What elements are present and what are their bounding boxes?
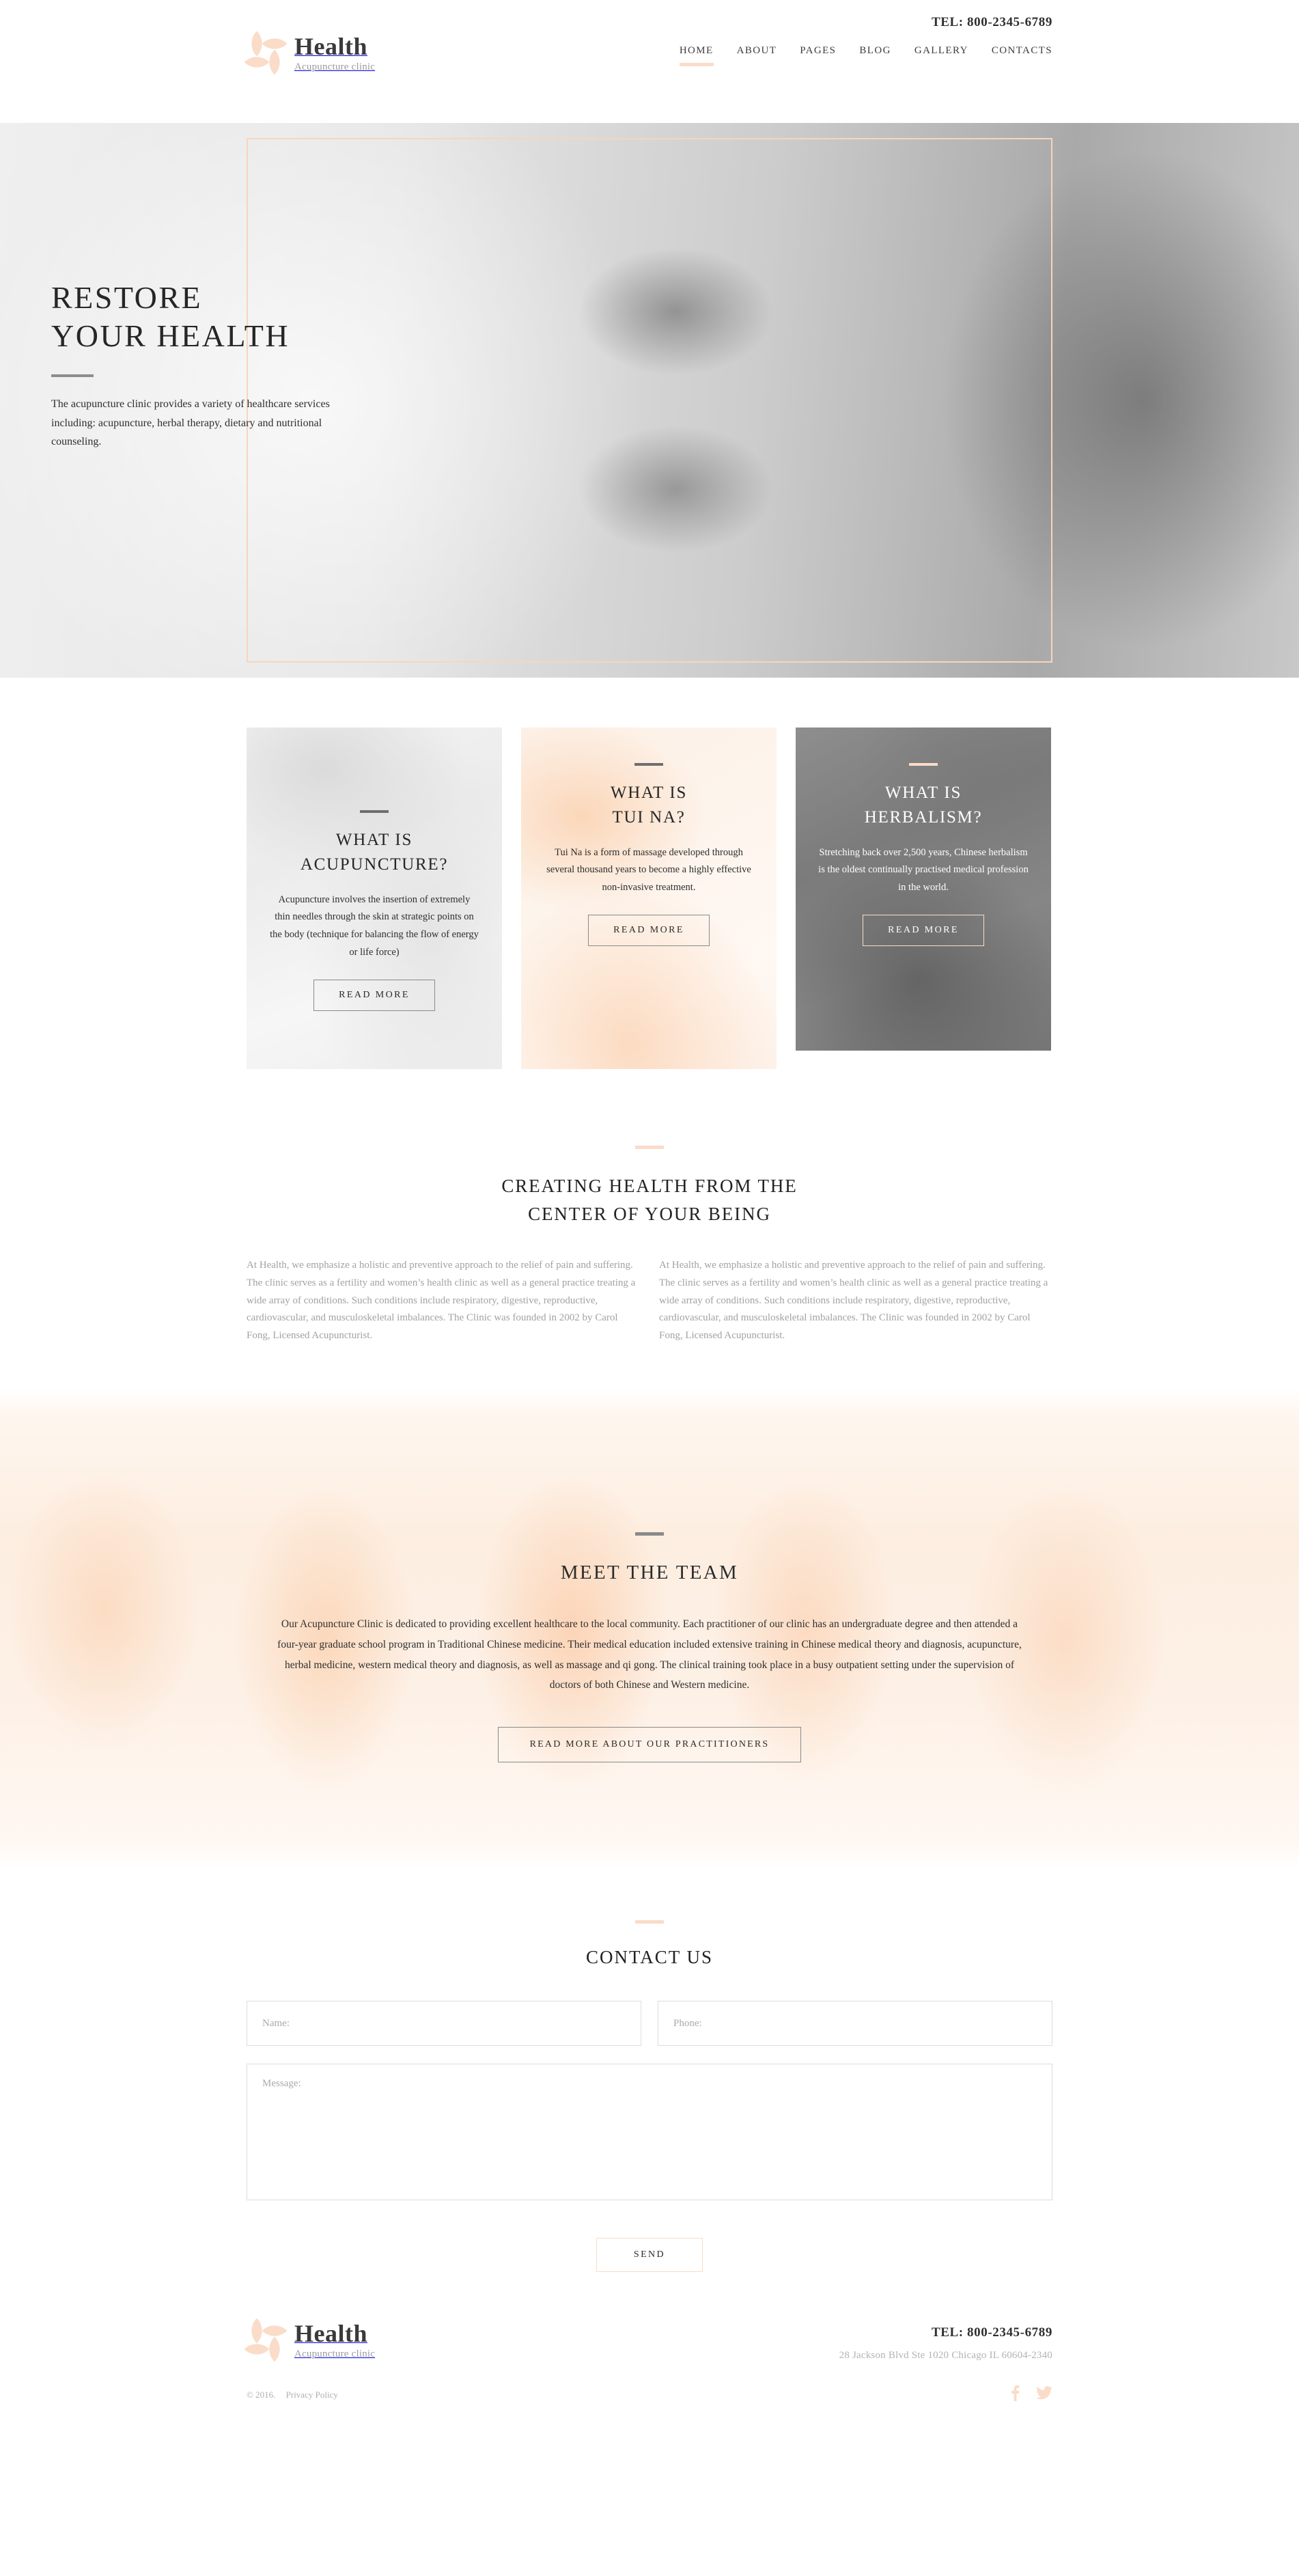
header-right: TEL: 800-2345-6789 HOME ABOUT PAGES BLOG… (679, 0, 1052, 66)
page-root: Health Acupuncture clinic TEL: 800-2345-… (0, 0, 1299, 2445)
card-divider (360, 810, 389, 813)
card-text: Acupuncture involves the insertion of ex… (270, 894, 479, 958)
hero-title: RESTORE YOUR HEALTH (51, 279, 372, 355)
card-divider (634, 763, 663, 766)
facebook-icon[interactable] (1011, 2385, 1020, 2405)
flower-petal-logo-icon (244, 31, 288, 75)
copyright-text: © 2016. (247, 2389, 276, 2400)
services-section: WHAT IS ACUPUNCTURE? Acupuncture involve… (0, 678, 1299, 1146)
about-title: CREATING HEALTH FROM THE CENTER OF YOUR … (0, 1172, 1299, 1228)
nav-item-about[interactable]: ABOUT (737, 45, 777, 66)
card-title-line1: WHAT IS (884, 784, 962, 802)
hero-description: The acupuncture clinic provides a variet… (51, 398, 330, 448)
flower-petal-logo-icon (244, 2318, 288, 2362)
footer-address: 28 Jackson Blvd Ste 1020 Chicago IL 6060… (839, 2350, 1052, 2362)
card-divider (909, 763, 938, 766)
copyright: © 2016. Privacy Policy (247, 2390, 338, 2400)
site-footer: Health Acupuncture clinic TEL: 800-2345-… (0, 2313, 1299, 2445)
card-text: Stretching back over 2,500 years, Chines… (818, 846, 1029, 894)
services-card-list: WHAT IS ACUPUNCTURE? Acupuncture involve… (247, 728, 1052, 1069)
card-title: WHAT IS TUI NA? (544, 781, 753, 831)
logo-tagline: Acupuncture clinic (294, 61, 376, 72)
card-title-line1: WHAT IS (610, 784, 688, 802)
name-input[interactable] (247, 2001, 641, 2047)
contact-section: CONTACT US SEND (0, 1870, 1299, 2314)
footer-phone[interactable]: TEL: 800-2345-6789 (839, 2325, 1052, 2340)
about-column-left: At Health, we emphasize a holistic and p… (247, 1260, 636, 1342)
card-title-line2: TUI NA? (612, 808, 686, 827)
footer-logo[interactable]: Health Acupuncture clinic (244, 2318, 376, 2362)
site-header: Health Acupuncture clinic TEL: 800-2345-… (0, 0, 1299, 123)
about-divider (635, 1146, 664, 1149)
team-fade-bottom (0, 1840, 1299, 1870)
nav-item-gallery[interactable]: GALLERY (914, 45, 968, 66)
footer-logo-title: Health (294, 2320, 367, 2348)
hero-banner: RESTORE YOUR HEALTH The acupuncture clin… (0, 123, 1299, 678)
team-title: MEET THE TEAM (560, 1562, 739, 1584)
contact-divider (635, 1920, 664, 1924)
footer-logo-tagline: Acupuncture clinic (294, 2348, 376, 2359)
service-card-tui-na[interactable]: WHAT IS TUI NA? Tui Na is a form of mass… (521, 728, 777, 1069)
card-title-line1: WHAT IS (335, 831, 413, 849)
social-links (1011, 2385, 1052, 2405)
team-section: MEET THE TEAM Our Acupuncture Clinic is … (0, 1389, 1299, 1870)
hero-title-line2: YOUR HEALTH (51, 318, 290, 354)
logo-title: Health (294, 33, 367, 60)
about-section: CREATING HEALTH FROM THE CENTER OF YOUR … (0, 1146, 1299, 1389)
team-divider (635, 1532, 664, 1536)
about-title-line2: CENTER OF YOUR BEING (528, 1204, 771, 1225)
about-column-right: At Health, we emphasize a holistic and p… (659, 1260, 1048, 1342)
card-text: Tui Na is a form of massage developed th… (546, 846, 751, 894)
site-logo[interactable]: Health Acupuncture clinic (244, 0, 376, 75)
card-title-line2: HERBALISM? (864, 808, 983, 827)
nav-item-home[interactable]: HOME (679, 45, 714, 66)
about-columns: At Health, we emphasize a holistic and p… (247, 1257, 1052, 1345)
card-read-more-button[interactable]: READ MORE (588, 914, 710, 946)
header-phone[interactable]: TEL: 800-2345-6789 (680, 15, 1052, 30)
nav-item-pages[interactable]: PAGES (800, 45, 836, 66)
service-card-acupuncture[interactable]: WHAT IS ACUPUNCTURE? Acupuncture involve… (247, 728, 502, 1069)
hero-divider (51, 374, 94, 378)
card-read-more-button[interactable]: READ MORE (863, 914, 984, 946)
card-title: WHAT IS ACUPUNCTURE? (270, 828, 479, 878)
send-button[interactable]: SEND (596, 2238, 703, 2273)
privacy-policy-link[interactable]: Privacy Policy (286, 2390, 338, 2400)
nav-item-contacts[interactable]: CONTACTS (992, 45, 1052, 66)
team-read-more-button[interactable]: READ MORE ABOUT OUR PRACTITIONERS (497, 1727, 802, 1763)
main-navigation: HOME ABOUT PAGES BLOG GALLERY CONTACTS (679, 45, 1052, 66)
service-card-herbalism[interactable]: WHAT IS HERBALISM? Stretching back over … (796, 728, 1051, 1051)
hero-content: RESTORE YOUR HEALTH The acupuncture clin… (51, 279, 372, 452)
hero-title-line1: RESTORE (51, 280, 203, 315)
message-textarea[interactable] (247, 2064, 1052, 2201)
nav-item-blog[interactable]: BLOG (859, 45, 891, 66)
phone-input[interactable] (658, 2001, 1052, 2047)
twitter-icon[interactable] (1036, 2386, 1052, 2403)
contact-title: CONTACT US (585, 1947, 714, 1968)
card-read-more-button[interactable]: READ MORE (313, 979, 435, 1011)
about-title-line1: CREATING HEALTH FROM THE (501, 1176, 798, 1196)
team-description: Our Acupuncture Clinic is dedicated to p… (277, 1618, 1022, 1691)
card-title-line2: ACUPUNCTURE? (300, 855, 449, 874)
contact-form: SEND (247, 2001, 1052, 2273)
card-title: WHAT IS HERBALISM? (816, 781, 1031, 831)
